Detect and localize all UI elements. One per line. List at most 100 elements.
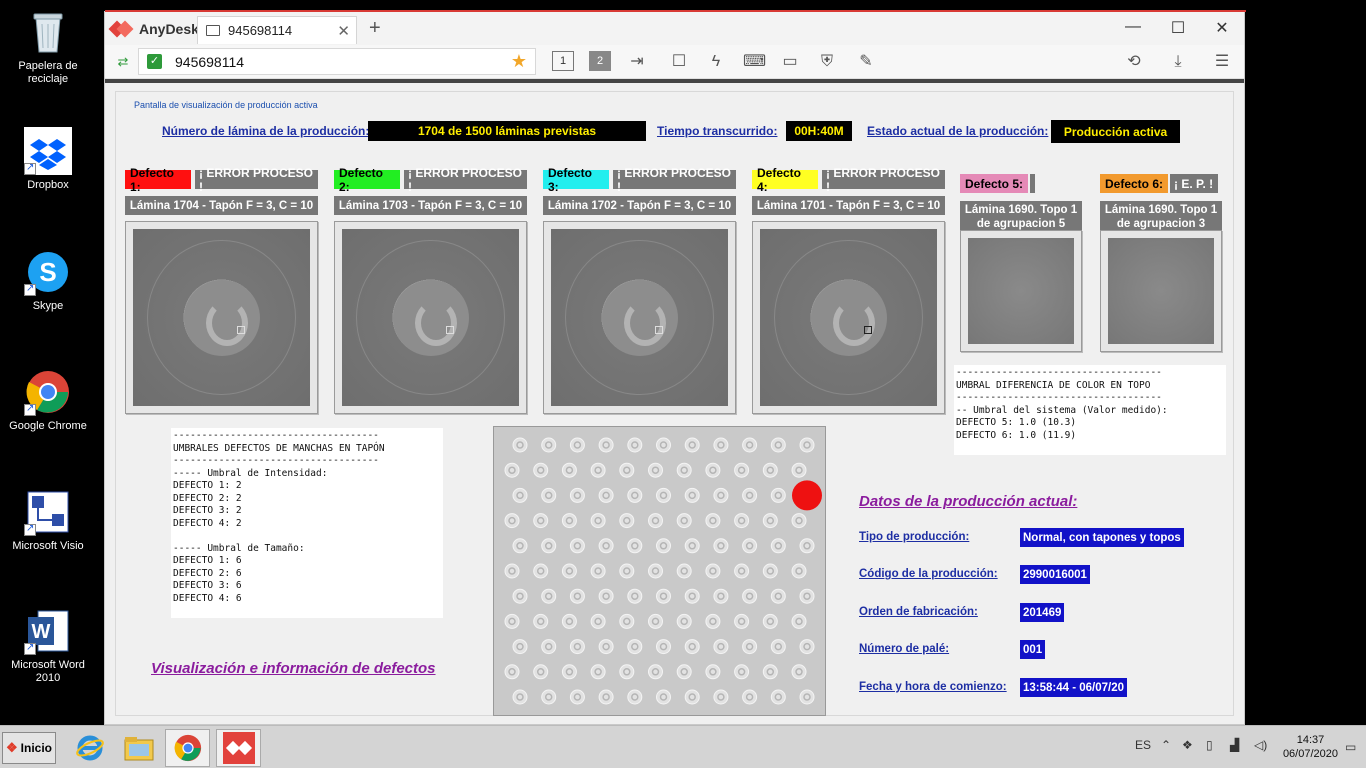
- defect-6-label: Defecto 6:: [1100, 174, 1168, 193]
- history-icon[interactable]: ⟲: [1124, 53, 1144, 71]
- network-icon[interactable]: ▟: [1230, 738, 1239, 752]
- plate-cap: [541, 487, 557, 503]
- cap-image: [551, 229, 728, 406]
- new-tab-button[interactable]: +: [369, 17, 381, 40]
- plate-cap: [684, 639, 700, 655]
- desktop-icon-word[interactable]: W Microsoft Word 2010: [0, 607, 96, 685]
- defect-marker[interactable]: [792, 480, 822, 511]
- production-code-label[interactable]: Código de la producción:: [859, 568, 998, 580]
- display-icon[interactable]: ▭: [780, 53, 800, 71]
- chrome-icon: [174, 734, 201, 762]
- defect-6-image[interactable]: [1100, 230, 1222, 352]
- close-tab-icon[interactable]: ✕: [337, 22, 350, 40]
- address-input[interactable]: 945698114: [175, 54, 244, 70]
- plate-cap: [762, 513, 778, 529]
- install-icon[interactable]: ⤓: [1168, 53, 1188, 71]
- close-window-button[interactable]: ✕: [1212, 18, 1232, 38]
- taskbar-explorer-button[interactable]: [116, 729, 161, 767]
- plate-cap: [569, 487, 585, 503]
- defect-2-label: Defecto 2:: [334, 166, 400, 194]
- defect-3-image[interactable]: [543, 221, 736, 414]
- desktop-icon-recycle-bin[interactable]: Papelera de reciclaje: [0, 8, 96, 86]
- menu-icon[interactable]: ☰: [1212, 53, 1232, 71]
- monitor-2-button[interactable]: 2: [589, 51, 611, 71]
- defect-5-image[interactable]: [960, 230, 1082, 352]
- maximize-button[interactable]: ☐: [1168, 18, 1188, 38]
- word-icon: W: [24, 607, 72, 655]
- plate-cap: [742, 689, 758, 705]
- whiteboard-pen-icon[interactable]: ✎: [856, 53, 876, 71]
- favorite-star-icon[interactable]: ★: [511, 51, 527, 72]
- plate-cap: [734, 462, 750, 478]
- app-name: AnyDesk: [139, 21, 199, 37]
- elapsed-time-label[interactable]: Tiempo transcurrido:: [657, 124, 777, 138]
- remote-screen[interactable]: Pantalla de visualización de producción …: [105, 83, 1244, 724]
- production-state-label[interactable]: Estado actual de la producción:: [867, 124, 1048, 138]
- pallet-number-label[interactable]: Número de palé:: [859, 643, 949, 655]
- plate-cap: [676, 613, 692, 629]
- defect-1-image[interactable]: [125, 221, 318, 414]
- plate-cap: [504, 563, 520, 579]
- defect-6-status: ¡ E. P. !: [1170, 174, 1218, 193]
- actions-lightning-icon[interactable]: ϟ: [706, 53, 726, 71]
- dropbox-tray-icon[interactable]: ❖: [1182, 738, 1193, 752]
- tray-clock[interactable]: 14:37 06/07/2020: [1283, 733, 1338, 761]
- start-button[interactable]: ❖ Inicio: [2, 732, 56, 764]
- show-desktop-icon[interactable]: ▭: [1345, 740, 1356, 754]
- session-tab[interactable]: 945698114 ✕: [197, 16, 357, 44]
- plate-view[interactable]: [493, 426, 826, 716]
- defect-2-image[interactable]: [334, 221, 527, 414]
- chrome-icon: [24, 368, 72, 416]
- topo-image: [968, 238, 1074, 344]
- chat-icon[interactable]: ☐: [669, 53, 689, 71]
- sheet-number-label[interactable]: Número de lámina de la producción:: [162, 124, 369, 138]
- permissions-shield-icon[interactable]: ⛨: [817, 53, 837, 71]
- defect-4-label: Defecto 4:: [752, 166, 818, 194]
- plate-cap: [791, 462, 807, 478]
- anydesk-window: AnyDesk 945698114 ✕ + — ☐ ✕ ⇄ ✓ 94569811…: [104, 10, 1246, 725]
- visio-icon: [24, 488, 72, 536]
- plate-cap: [791, 613, 807, 629]
- start-datetime-label[interactable]: Fecha y hora de comienzo:: [859, 681, 1007, 693]
- plate-cap: [561, 664, 577, 680]
- plate-cap: [590, 462, 606, 478]
- plate-cap: [713, 487, 729, 503]
- verified-icon: ✓: [147, 54, 162, 69]
- plate-cap: [791, 513, 807, 529]
- device-tray-icon[interactable]: ▯: [1206, 738, 1213, 752]
- volume-icon[interactable]: ◁): [1254, 738, 1267, 752]
- address-bar[interactable]: ✓ 945698114 ★: [138, 48, 536, 75]
- taskbar-anydesk-button[interactable]: [216, 729, 261, 767]
- connection-icon[interactable]: ⇄: [113, 53, 133, 71]
- production-type-label[interactable]: Tipo de producción:: [859, 531, 969, 543]
- defect-4-image[interactable]: [752, 221, 945, 414]
- plate-cap: [627, 487, 643, 503]
- plate-cap: [512, 487, 528, 503]
- cap-image: [760, 229, 937, 406]
- taskbar-ie-button[interactable]: [67, 729, 112, 767]
- plate-cap: [541, 639, 557, 655]
- taskbar-chrome-button[interactable]: [165, 729, 210, 767]
- monitor-1-button[interactable]: 1: [552, 51, 574, 71]
- pallet-number-value: 001: [1020, 640, 1046, 659]
- plate-grid: [504, 437, 822, 705]
- plate-cap: [598, 639, 614, 655]
- internet-explorer-icon: [75, 735, 104, 761]
- desktop-icon-visio[interactable]: Microsoft Visio: [0, 488, 96, 553]
- production-panel: Pantalla de visualización de producción …: [115, 91, 1234, 716]
- language-indicator[interactable]: ES: [1135, 738, 1151, 752]
- plate-cap: [799, 437, 815, 453]
- desktop-icon-chrome[interactable]: Google Chrome: [0, 368, 96, 433]
- plate-cap: [742, 588, 758, 604]
- show-hidden-icons-icon[interactable]: ⌃: [1161, 738, 1171, 752]
- manufacturing-order-label[interactable]: Orden de fabricación:: [859, 606, 978, 618]
- plate-cap: [734, 563, 750, 579]
- switch-sides-icon[interactable]: ⇥: [627, 53, 647, 71]
- defect-3-status: ¡ ERROR PROCESO !: [613, 166, 736, 194]
- desktop-icon-dropbox[interactable]: Dropbox: [0, 127, 96, 192]
- plate-cap: [648, 563, 663, 579]
- plate-cap: [762, 462, 778, 478]
- keyboard-icon[interactable]: ⌨: [743, 53, 766, 71]
- desktop-icon-skype[interactable]: S Skype: [0, 248, 96, 313]
- minimize-button[interactable]: —: [1123, 18, 1143, 36]
